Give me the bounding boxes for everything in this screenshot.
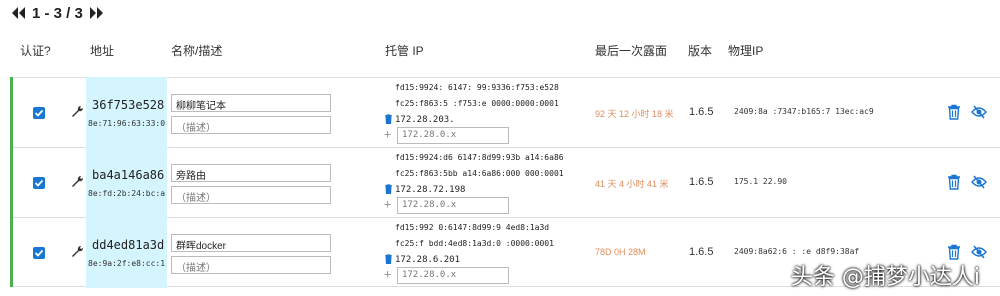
wrench-icon[interactable] <box>69 104 85 120</box>
last-seen: 41 天 4 小时 41 米 <box>595 179 669 189</box>
eye-slash-icon[interactable] <box>971 245 987 259</box>
double-chevron-right-icon <box>89 7 103 19</box>
managed-ips: fd15:9924: 6147: 99:9336:f753:e528 fc25:… <box>383 78 598 148</box>
trash-icon[interactable] <box>947 244 961 260</box>
new-ip-input[interactable]: 172.28.0.x <box>397 127 509 144</box>
version: 1.6.5 <box>689 176 714 188</box>
member-address-cell: 36f753e528 8e:71:96:63:33:0 <box>86 77 167 148</box>
member-name-input[interactable]: 柳柳笔记本 <box>171 94 331 112</box>
page-indicator: 1 - 3 / 3 <box>32 4 83 22</box>
physical-ip: 2409:8a62:6 : :e d8f9:38af <box>734 247 860 256</box>
member-address-cell: dd4ed81a3d 8e:9a:2f:e8:cc:1 <box>86 217 167 288</box>
last-seen: 92 天 12 小时 18 米 <box>595 109 674 119</box>
first-page-button[interactable] <box>10 6 26 20</box>
col-address[interactable]: 地址 <box>90 42 114 59</box>
watermark: 头条 @捕梦小达人i <box>790 265 980 290</box>
ip6-rfc4193: fd15:9924: 6147: 99:9336:f753:e528 <box>395 83 559 92</box>
plus-icon[interactable]: + <box>384 198 391 210</box>
ip6-6plane: fc25:f863:5 :f753:e 0000:0000:0001 <box>395 99 559 108</box>
ip6-rfc4193: fd15:9924:d6 6147:8d99:93b a14:6a86 <box>395 153 564 162</box>
member-address-cell: ba4a146a86 8e:fd:2b:24:bc:a <box>86 147 167 218</box>
last-seen: 78D 0H 28M <box>595 247 646 257</box>
member-id: dd4ed81a3d <box>92 238 165 252</box>
ip4-address: 172.28.72.198 <box>395 185 466 195</box>
trash-icon[interactable] <box>947 174 961 190</box>
col-name-desc[interactable]: 名称/描述 <box>171 42 222 59</box>
trash-icon[interactable] <box>384 254 393 264</box>
last-page-button[interactable] <box>89 6 105 20</box>
member-id: 36f753e528 <box>92 98 165 112</box>
table-header: 认证? 地址 名称/描述 托管 IP 最后一次露面 版本 物理IP <box>0 38 1000 62</box>
new-ip-input[interactable]: 172.28.0.x <box>397 197 509 214</box>
member-mac: 8e:71:96:63:33:0 <box>88 119 166 128</box>
new-ip-input[interactable]: 172.28.0.x <box>397 267 509 284</box>
managed-ips: fd15:992 0:6147:8d99:9 4ed8:1a3d fc25:f … <box>383 218 598 288</box>
check-icon <box>34 179 44 187</box>
plus-icon[interactable]: + <box>384 128 391 140</box>
check-icon <box>34 109 44 117</box>
eye-slash-icon[interactable] <box>971 105 987 119</box>
col-managed-ip[interactable]: 托管 IP <box>385 42 424 59</box>
check-icon <box>34 249 44 257</box>
member-name-input[interactable]: 旁路由 <box>171 164 331 182</box>
ip4-address: 172.28.203. <box>395 115 455 125</box>
members-table: 36f753e528 8e:71:96:63:33:0 柳柳笔记本 （描述） f… <box>10 77 1000 288</box>
member-mac: 8e:fd:2b:24:bc:a <box>88 189 166 198</box>
authorized-checkbox[interactable] <box>33 247 45 259</box>
member-description-input[interactable]: （描述） <box>171 256 331 274</box>
ip6-6plane: fc25:f bdd:4ed8:1a3d:0 :0000:0001 <box>395 239 554 248</box>
col-physical-ip[interactable]: 物理IP <box>728 42 763 59</box>
wrench-icon[interactable] <box>69 244 85 260</box>
wrench-icon[interactable] <box>69 174 85 190</box>
pager: 1 - 3 / 3 <box>10 3 105 23</box>
double-chevron-left-icon <box>12 7 25 19</box>
col-auth[interactable]: 认证? <box>20 42 51 59</box>
authorized-checkbox[interactable] <box>33 107 45 119</box>
plus-icon[interactable]: + <box>384 268 391 280</box>
version: 1.6.5 <box>689 106 714 118</box>
eye-slash-icon[interactable] <box>971 175 987 189</box>
version: 1.6.5 <box>689 246 714 258</box>
physical-ip: 175.1 22.90 <box>734 177 787 186</box>
ip6-rfc4193: fd15:992 0:6147:8d99:9 4ed8:1a3d <box>395 223 550 232</box>
table-row: ba4a146a86 8e:fd:2b:24:bc:a 旁路由 （描述） fd1… <box>13 147 1000 218</box>
ip4-address: 172.28.6.201 <box>395 255 461 265</box>
member-name-input[interactable]: 群晖docker <box>171 234 331 252</box>
member-description-input[interactable]: （描述） <box>171 186 331 204</box>
member-description-input[interactable]: （描述） <box>171 116 331 134</box>
authorized-checkbox[interactable] <box>33 177 45 189</box>
table-row: 36f753e528 8e:71:96:63:33:0 柳柳笔记本 （描述） f… <box>13 77 1000 148</box>
managed-ips: fd15:9924:d6 6147:8d99:93b a14:6a86 fc25… <box>383 148 598 218</box>
trash-icon[interactable] <box>947 104 961 120</box>
col-last-seen[interactable]: 最后一次露面 <box>595 42 667 59</box>
trash-icon[interactable] <box>384 184 393 194</box>
ip6-6plane: fc25:f863:5bb a14:6a86:000 000:0001 <box>395 169 564 178</box>
trash-icon[interactable] <box>384 114 393 124</box>
col-version[interactable]: 版本 <box>688 42 712 59</box>
member-id: ba4a146a86 <box>92 168 165 182</box>
physical-ip: 2409:8a :7347:b165:7 13ec:ac9 <box>734 107 874 116</box>
member-mac: 8e:9a:2f:e8:cc:1 <box>88 259 166 268</box>
